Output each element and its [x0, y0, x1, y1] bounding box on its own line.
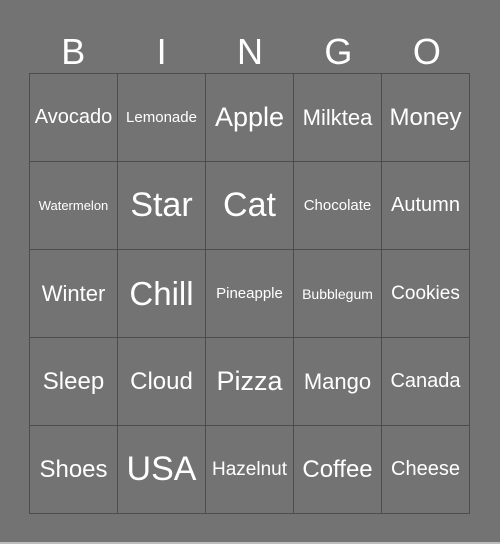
bingo-cell[interactable]: Cat [206, 162, 294, 250]
bingo-cell[interactable]: Lemonade [118, 74, 206, 162]
bingo-cell[interactable]: Shoes [30, 426, 118, 514]
bingo-cell[interactable]: Money [382, 74, 470, 162]
bingo-cell[interactable]: Milktea [294, 74, 382, 162]
header-letter-n: N [237, 31, 264, 72]
bingo-header: B I N G O [29, 30, 471, 74]
bingo-cell[interactable]: Avocado [30, 74, 118, 162]
bingo-cell[interactable]: Hazelnut [206, 426, 294, 514]
bingo-cell[interactable]: Autumn [382, 162, 470, 250]
bingo-cell[interactable]: Cloud [118, 338, 206, 426]
bingo-cell[interactable]: Watermelon [30, 162, 118, 250]
bingo-cell[interactable]: Cheese [382, 426, 470, 514]
bingo-cell[interactable]: Sleep [30, 338, 118, 426]
bingo-cell[interactable]: Winter [30, 250, 118, 338]
header-letter-g: G [324, 31, 353, 72]
bingo-cell[interactable]: Pineapple [206, 250, 294, 338]
bingo-cell[interactable]: Cookies [382, 250, 470, 338]
bingo-cell[interactable]: Canada [382, 338, 470, 426]
header-letter-i: I [156, 31, 167, 72]
bingo-cell[interactable]: Apple [206, 74, 294, 162]
bingo-cell[interactable]: Pizza [206, 338, 294, 426]
bingo-cell[interactable]: Star [118, 162, 206, 250]
bingo-cell[interactable]: Mango [294, 338, 382, 426]
bingo-cell[interactable]: USA [118, 426, 206, 514]
bingo-cell[interactable]: Chocolate [294, 162, 382, 250]
bingo-cell[interactable]: Bubblegum [294, 250, 382, 338]
bingo-cell[interactable]: Coffee [294, 426, 382, 514]
bingo-cell[interactable]: Chill [118, 250, 206, 338]
bingo-board: Avocado Lemonade Apple Milktea Money Wat… [29, 73, 470, 514]
header-letter-b: B [61, 31, 86, 72]
header-letter-o: O [412, 31, 441, 72]
